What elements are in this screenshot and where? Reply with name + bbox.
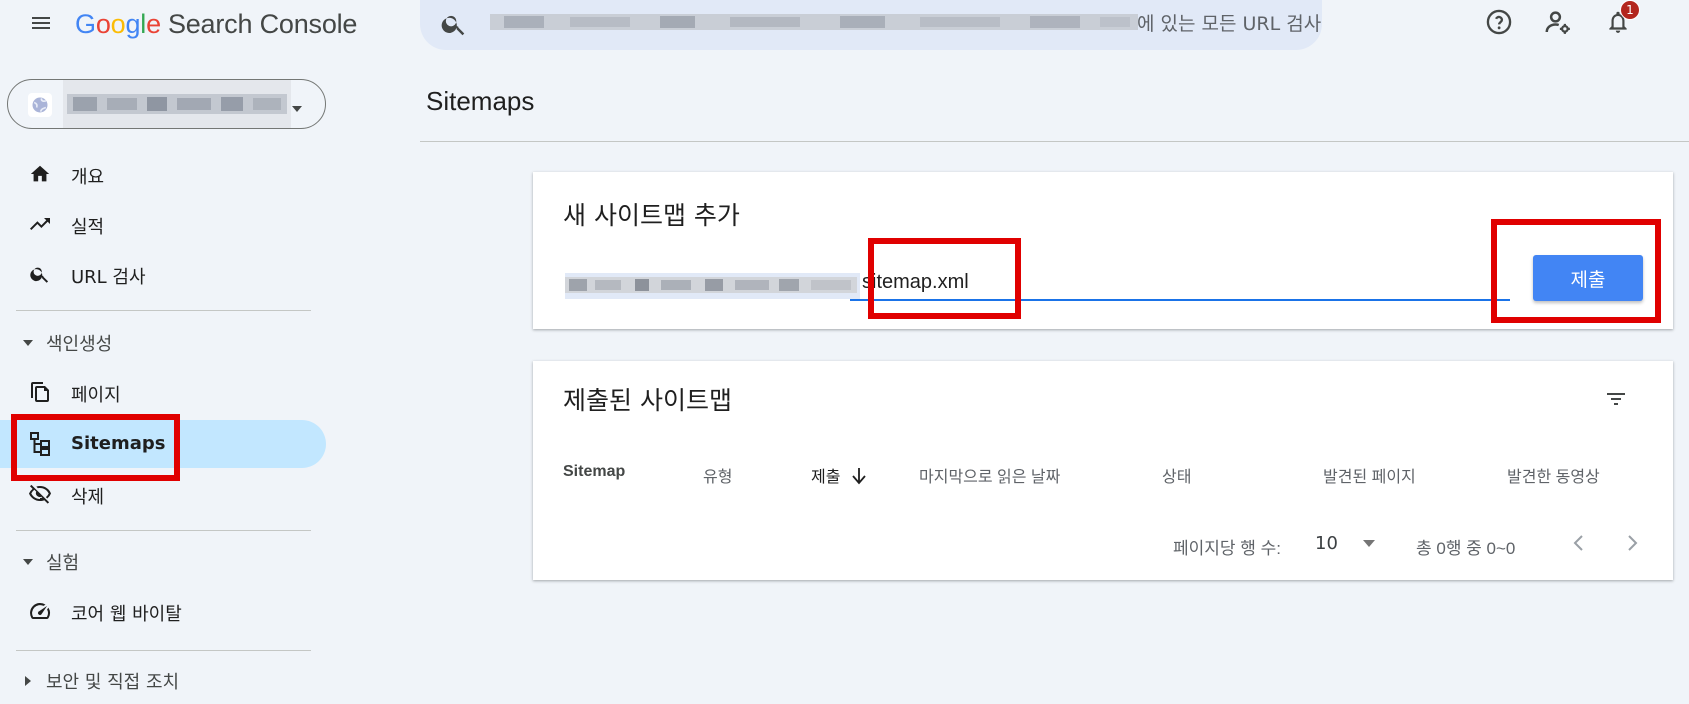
column-header-last-read[interactable]: 마지막으로 읽은 날짜 <box>919 463 1060 487</box>
sidebar-item-label: 페이지 <box>71 385 121 406</box>
sitemap-icon <box>28 432 52 456</box>
sidebar-item-removals[interactable]: 삭제 <box>16 470 326 518</box>
sidebar-section-experiments[interactable]: 실험 <box>20 547 79 577</box>
sidebar-divider <box>16 650 311 651</box>
sidebar-item-label: 실적 <box>71 217 105 238</box>
redacted-site-url-prefix <box>565 273 860 299</box>
sidebar-item-url-inspection[interactable]: URL 검사 <box>16 250 326 298</box>
top-app-bar: Google Search Console 에 있는 모든 URL 검사 1 <box>0 0 1689 64</box>
search-placeholder: 에 있는 모든 URL 검사 <box>1137 13 1322 35</box>
column-header-submitted[interactable]: 제출 <box>811 463 867 490</box>
redacted-property-name <box>63 80 291 128</box>
sidebar-item-sitemaps[interactable]: Sitemaps <box>0 420 326 468</box>
caret-down-icon <box>20 335 36 351</box>
sidebar-section-label: 보안 및 직접 조치 <box>46 672 180 693</box>
title-divider <box>420 141 1689 142</box>
visibility-off-icon <box>28 482 52 506</box>
sidebar-section-label: 색인생성 <box>46 334 113 355</box>
sidebar-section-indexing[interactable]: 색인생성 <box>20 328 112 358</box>
notification-badge: 1 <box>1620 0 1640 20</box>
redacted-property-url <box>490 14 1138 30</box>
add-sitemap-card: 새 사이트맵 추가 sitemap.xml 제출 <box>533 172 1673 329</box>
pages-icon <box>28 380 52 404</box>
notifications-icon[interactable]: 1 <box>1600 0 1640 40</box>
chevron-down-icon <box>290 99 304 118</box>
menu-icon[interactable] <box>24 6 58 40</box>
sidebar-item-label: 삭제 <box>71 487 105 508</box>
speed-gauge-icon <box>28 599 52 623</box>
sitemap-url-row: sitemap.xml <box>565 269 1512 301</box>
logo[interactable]: Google Search Console <box>75 7 357 41</box>
sidebar-item-overview[interactable]: 개요 <box>16 150 326 198</box>
sidebar-item-pages[interactable]: 페이지 <box>16 368 326 416</box>
sidebar-item-label: 개요 <box>71 167 105 188</box>
logo-letter: o <box>110 8 126 39</box>
search-icon <box>28 262 52 286</box>
sidebar-item-performance[interactable]: 실적 <box>16 200 326 248</box>
submit-button[interactable]: 제출 <box>1533 255 1643 301</box>
search-icon <box>440 10 468 42</box>
globe-icon <box>28 93 52 117</box>
help-icon[interactable] <box>1481 4 1517 40</box>
sidebar-section-label: 실험 <box>46 553 80 574</box>
url-inspection-search[interactable]: 에 있는 모든 URL 검사 <box>420 0 1322 50</box>
logo-letter: e <box>146 8 161 39</box>
sidebar-item-label: Sitemaps <box>71 433 166 454</box>
sidebar-item-core-web-vitals[interactable]: 코어 웹 바이탈 <box>16 587 326 635</box>
sitemap-url-input[interactable]: sitemap.xml <box>850 269 1510 301</box>
logo-letter: G <box>75 8 96 39</box>
sidebar-item-label: 코어 웹 바이탈 <box>71 604 182 625</box>
manage-accounts-icon[interactable] <box>1540 4 1576 40</box>
product-name: Search Console <box>167 8 358 39</box>
previous-page-icon[interactable] <box>1562 527 1594 559</box>
rows-per-page-value: 10 <box>1315 533 1338 554</box>
chevron-down-icon <box>1362 539 1376 548</box>
caret-down-icon <box>20 554 36 570</box>
arrow-down-icon <box>851 467 867 490</box>
logo-letter: o <box>95 8 111 39</box>
sidebar-divider <box>16 530 311 531</box>
column-header-sitemap[interactable]: Sitemap <box>563 463 625 481</box>
column-header-discovered-videos[interactable]: 발견한 동영상 <box>1507 463 1600 487</box>
add-sitemap-title: 새 사이트맵 추가 <box>563 201 740 230</box>
google-wordmark: Google <box>75 9 161 40</box>
filter-icon[interactable] <box>1600 383 1632 415</box>
rows-per-page-label: 페이지당 행 수: <box>1173 539 1282 558</box>
page-title: Sitemaps <box>426 86 535 116</box>
sidebar-item-label: URL 검사 <box>71 267 146 288</box>
next-page-icon[interactable] <box>1617 527 1649 559</box>
pagination-range: 총 0행 중 0~0 <box>1416 539 1516 558</box>
caret-right-icon <box>20 673 36 689</box>
column-header-status[interactable]: 상태 <box>1162 463 1191 487</box>
rows-per-page-select[interactable]: 10 <box>1315 533 1376 554</box>
home-icon <box>28 162 52 186</box>
column-header-discovered-pages[interactable]: 발견된 페이지 <box>1323 463 1416 487</box>
submitted-sitemaps-card: 제출된 사이트맵 Sitemap 유형 제출 마지막으로 읽은 날짜 상태 발견… <box>533 361 1673 580</box>
sidebar-divider <box>16 310 311 311</box>
logo-letter: g <box>125 8 141 39</box>
column-header-type[interactable]: 유형 <box>703 463 732 487</box>
sidebar-section-security[interactable]: 보안 및 직접 조치 <box>20 666 179 696</box>
submitted-sitemaps-title: 제출된 사이트맵 <box>563 386 732 415</box>
property-selector[interactable] <box>7 79 326 129</box>
column-header-label: 제출 <box>811 469 841 486</box>
trending-up-icon <box>28 212 52 236</box>
